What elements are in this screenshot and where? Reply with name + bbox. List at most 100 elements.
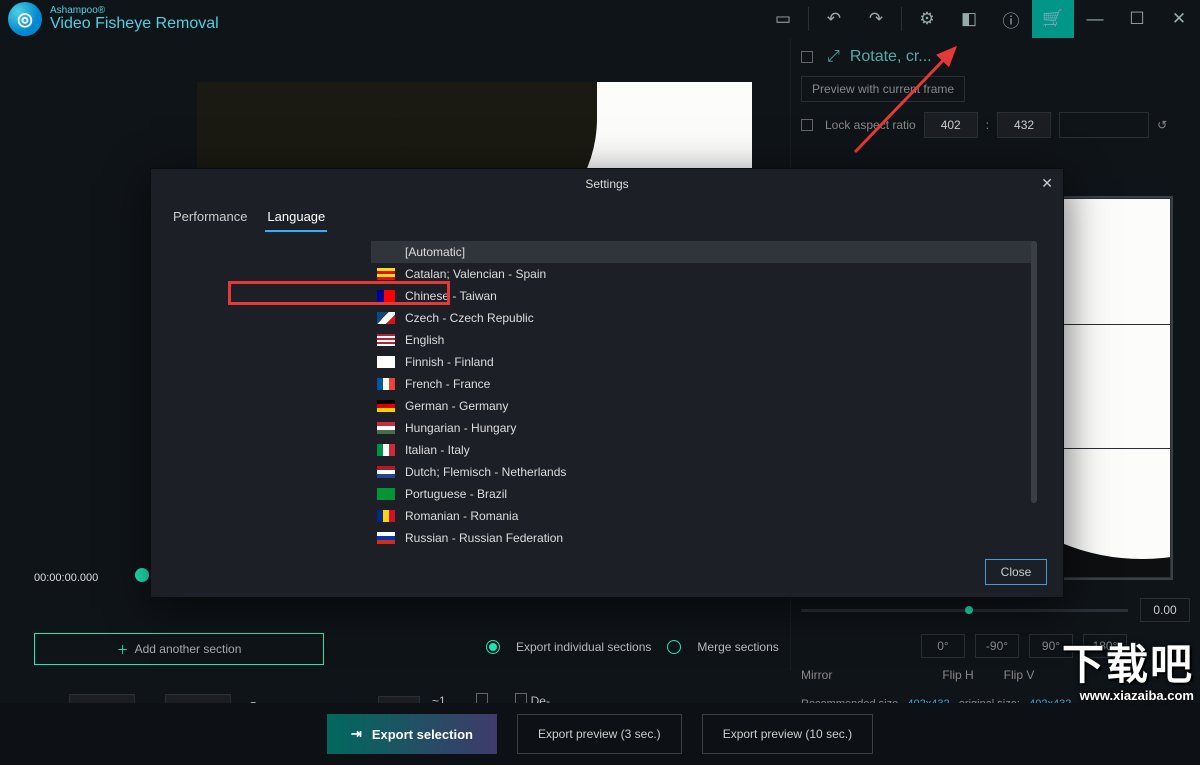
language-label: German - Germany bbox=[405, 399, 508, 413]
open-folder-icon[interactable]: ▭ bbox=[762, 0, 804, 38]
export-preview-10s-label: Export preview (10 sec.) bbox=[723, 727, 852, 741]
export-icon: ⇥ bbox=[351, 726, 362, 742]
plus-icon: ＋ bbox=[117, 641, 129, 658]
export-selection-label: Export selection bbox=[372, 727, 473, 742]
language-label: [Automatic] bbox=[405, 245, 465, 259]
rotate-neg90-button[interactable]: -90° bbox=[975, 634, 1019, 658]
language-item[interactable]: Czech - Czech Republic bbox=[371, 307, 1033, 329]
language-item[interactable]: Catalan; Valencian - Spain bbox=[371, 263, 1033, 285]
watermark: 下载吧 www.xiazaiba.com bbox=[1062, 631, 1194, 703]
export-bar: ⇥ Export selection Export preview (3 sec… bbox=[0, 703, 1200, 765]
watermark-big: 下载吧 bbox=[1062, 631, 1194, 692]
language-item[interactable]: Russian - Russian Federation bbox=[371, 527, 1033, 549]
minimize-icon[interactable]: — bbox=[1074, 0, 1116, 38]
preset-dropdown[interactable] bbox=[1059, 112, 1149, 138]
language-list[interactable]: [Automatic] Catalan; Valencian - Spain Chi… bbox=[371, 241, 1033, 549]
language-item[interactable]: Chinese - Taiwan bbox=[371, 285, 1033, 307]
preview-frame-button[interactable]: Preview with current frame bbox=[801, 76, 965, 102]
app-logo: ◎ bbox=[8, 2, 42, 36]
reset-aspect-icon[interactable]: ↺ bbox=[1157, 118, 1167, 132]
contrast-icon[interactable]: ◧ bbox=[948, 0, 990, 38]
export-preview-10s-button[interactable]: Export preview (10 sec.) bbox=[702, 714, 873, 754]
dialog-close-label: Close bbox=[1001, 565, 1032, 579]
language-item[interactable]: Finnish - Finland bbox=[371, 351, 1033, 373]
flag-icon bbox=[377, 444, 395, 456]
watermark-small: www.xiazaiba.com bbox=[1062, 688, 1194, 703]
language-item[interactable]: German - Germany bbox=[371, 395, 1033, 417]
language-label: Portuguese - Brazil bbox=[405, 487, 507, 501]
rotate-checkbox[interactable] bbox=[801, 51, 813, 63]
export-mode-row: Export individual sections Merge section… bbox=[486, 640, 779, 654]
language-item[interactable]: [Automatic] bbox=[371, 241, 1033, 263]
language-label: Chinese - Taiwan bbox=[405, 289, 497, 303]
redo-icon[interactable]: ↷ bbox=[855, 0, 897, 38]
aspect-w-input[interactable] bbox=[924, 112, 978, 138]
language-item[interactable]: French - France bbox=[371, 373, 1033, 395]
flag-icon bbox=[377, 378, 395, 390]
language-item[interactable]: Italian - Italy bbox=[371, 439, 1033, 461]
language-label: Dutch; Flemisch - Netherlands bbox=[405, 465, 566, 479]
add-section-button[interactable]: ＋ Add another section bbox=[34, 633, 324, 665]
tab-language[interactable]: Language bbox=[265, 203, 327, 232]
close-window-icon[interactable]: ✕ bbox=[1158, 0, 1200, 38]
flag-icon bbox=[377, 268, 395, 280]
mirror-label: Mirror bbox=[801, 668, 832, 682]
flip-h-button[interactable]: Flip H bbox=[942, 668, 973, 682]
language-item[interactable]: Dutch; Flemisch - Netherlands bbox=[371, 461, 1033, 483]
radio-individual[interactable] bbox=[486, 640, 500, 654]
language-item[interactable]: Romanian - Romania bbox=[371, 505, 1033, 527]
language-label: Hungarian - Hungary bbox=[405, 421, 516, 435]
language-item[interactable]: Hungarian - Hungary bbox=[371, 417, 1033, 439]
aspect-h-input[interactable] bbox=[997, 112, 1051, 138]
brand-name: Video Fisheye Removal bbox=[50, 16, 219, 32]
dialog-titlebar: Settings ✕ bbox=[151, 169, 1063, 199]
brand: Ashampoo® Video Fisheye Removal bbox=[50, 6, 219, 32]
rotate-head-label: Rotate, cr... bbox=[850, 48, 932, 66]
dialog-close-button[interactable]: Close bbox=[985, 559, 1047, 585]
flip-v-button[interactable]: Flip V bbox=[1004, 668, 1035, 682]
export-preview-3s-label: Export preview (3 sec.) bbox=[538, 727, 661, 741]
flag-icon bbox=[377, 532, 395, 544]
titlebar: ◎ Ashampoo® Video Fisheye Removal ▭ ↶ ↷ … bbox=[0, 0, 1200, 38]
flag-icon bbox=[377, 400, 395, 412]
language-label: Catalan; Valencian - Spain bbox=[405, 267, 546, 281]
language-label: French - France bbox=[405, 377, 490, 391]
language-label: English bbox=[405, 333, 444, 347]
lock-aspect-checkbox[interactable] bbox=[801, 119, 813, 131]
export-selection-button[interactable]: ⇥ Export selection bbox=[327, 714, 497, 754]
flag-icon bbox=[377, 510, 395, 522]
dialog-close-icon[interactable]: ✕ bbox=[1041, 175, 1053, 192]
info-icon[interactable]: ⓘ bbox=[990, 0, 1032, 38]
language-label: Romanian - Romania bbox=[405, 509, 518, 523]
flag-icon bbox=[377, 290, 395, 302]
radio-merge[interactable] bbox=[667, 640, 681, 654]
flag-icon bbox=[377, 334, 395, 346]
export-preview-3s-button[interactable]: Export preview (3 sec.) bbox=[517, 714, 682, 754]
rotation-slider[interactable] bbox=[801, 609, 1128, 612]
rotation-value[interactable]: 0.00 bbox=[1140, 598, 1190, 622]
undo-icon[interactable]: ↶ bbox=[813, 0, 855, 38]
cart-icon[interactable]: 🛒 bbox=[1032, 0, 1074, 38]
flag-icon bbox=[377, 488, 395, 500]
playhead[interactable] bbox=[135, 568, 149, 582]
maximize-icon[interactable]: ☐ bbox=[1116, 0, 1158, 38]
settings-dialog: Settings ✕ Performance Language [Automat… bbox=[150, 168, 1064, 598]
radio-merge-label: Merge sections bbox=[697, 640, 778, 654]
language-label: Russian - Russian Federation bbox=[405, 531, 563, 545]
rotate-0-button[interactable]: 0° bbox=[921, 634, 965, 658]
aspect-sep: : bbox=[986, 118, 989, 132]
language-label: Czech - Czech Republic bbox=[405, 311, 534, 325]
lock-aspect-label: Lock aspect ratio bbox=[825, 118, 916, 132]
settings-gear-icon[interactable]: ⚙ bbox=[906, 0, 948, 38]
language-label: Italian - Italy bbox=[405, 443, 470, 457]
scrollbar[interactable] bbox=[1031, 241, 1037, 503]
separator bbox=[901, 7, 902, 31]
flag-icon bbox=[377, 356, 395, 368]
rotate-crop-icon: ⤢ bbox=[827, 48, 840, 66]
timecode: 00:00:00.000 bbox=[34, 572, 98, 584]
flag-icon bbox=[377, 422, 395, 434]
language-item[interactable]: English bbox=[371, 329, 1033, 351]
language-item[interactable]: Portuguese - Brazil bbox=[371, 483, 1033, 505]
tab-performance[interactable]: Performance bbox=[171, 203, 249, 232]
separator bbox=[808, 7, 809, 31]
